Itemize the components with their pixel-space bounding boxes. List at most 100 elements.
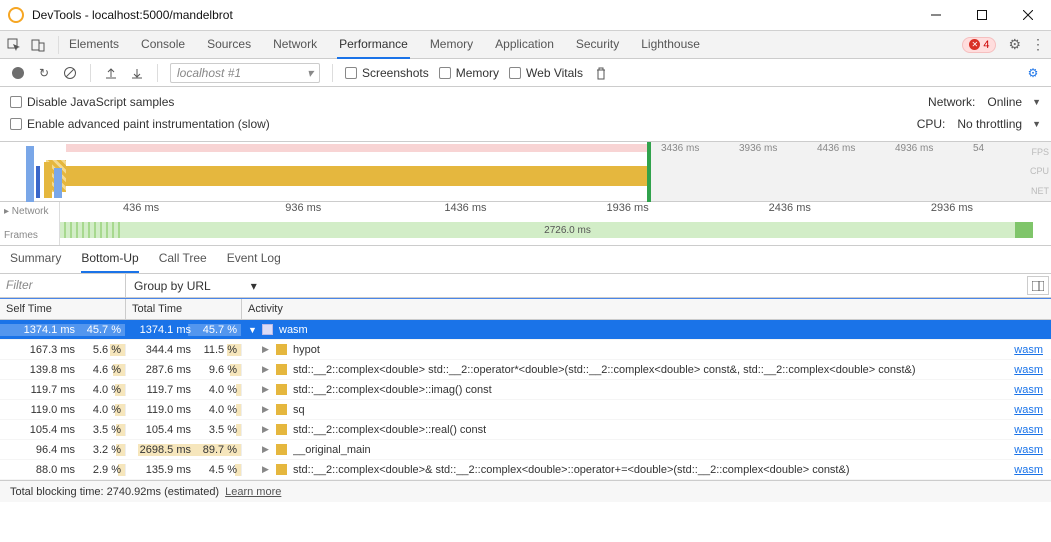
source-link[interactable]: wasm [1014,424,1043,436]
web-vitals-label: Web Vitals [526,66,583,80]
source-link[interactable]: wasm [1014,464,1043,476]
disable-js-samples-checkbox[interactable]: Disable JavaScript samples [10,95,174,109]
col-activity[interactable]: Activity [242,299,1051,319]
timeline-tick: 436 ms [60,202,222,220]
status-footer: Total blocking time: 2740.92ms (estimate… [0,480,1051,502]
tab-console[interactable]: Console [139,31,187,59]
settings-gear-icon[interactable]: ⚙ [1008,36,1021,53]
table-row[interactable]: wasm96.4 ms3.2 %2698.5 ms89.7 %▶__origin… [0,440,1051,460]
window-minimize-button[interactable] [913,0,959,31]
subtab-call-tree[interactable]: Call Tree [159,251,207,273]
network-throttling-select[interactable]: Online▼ [987,95,1041,109]
group-by-value: Group by URL [134,279,211,293]
table-row[interactable]: wasm139.8 ms4.6 %287.6 ms9.6 %▶std::__2:… [0,360,1051,380]
group-by-select[interactable]: Group by URL ▾ [126,274,1025,297]
expand-triangle-icon[interactable]: ▶ [262,424,270,435]
capture-settings-panel: Disable JavaScript samples Network: Onli… [0,87,1051,142]
error-dot-icon: ✕ [969,39,980,50]
table-row[interactable]: 1374.1 ms45.7 %1374.1 ms45.7 %▼wasm [0,320,1051,340]
source-link[interactable]: wasm [1014,344,1043,356]
inspect-element-icon[interactable] [6,37,22,53]
bottom-up-filter-bar: Filter Group by URL ▾ [0,274,1051,298]
filter-input[interactable]: Filter [0,274,126,297]
table-row[interactable]: wasm119.7 ms4.0 %119.7 ms4.0 %▶std::__2:… [0,380,1051,400]
frames-track[interactable]: 2726.0 ms [60,222,1033,238]
frame-block[interactable]: 2726.0 ms [120,222,1015,238]
window-title: DevTools - localhost:5000/mandelbrot [32,8,913,22]
expand-triangle-icon[interactable]: ▶ [262,364,270,375]
capture-settings-gear-icon[interactable]: ⚙ [1025,65,1041,81]
tab-lighthouse[interactable]: Lighthouse [639,31,702,59]
timeline-panel[interactable]: ▸ Network Frames 436 ms936 ms1436 ms1936… [0,202,1051,246]
cpu-label: CPU: [917,117,946,131]
source-link[interactable]: wasm [1014,444,1043,456]
activity-color-swatch [276,464,287,475]
activity-name: std::__2::complex<double>::imag() const [293,384,492,396]
table-row[interactable]: wasm119.0 ms4.0 %119.0 ms4.0 %▶sq [0,400,1051,420]
memory-checkbox[interactable]: Memory [439,66,499,80]
table-row[interactable]: wasm167.3 ms5.6 %344.4 ms11.5 %▶hypot [0,340,1051,360]
subtab-event-log[interactable]: Event Log [227,251,281,273]
tab-security[interactable]: Security [574,31,621,59]
col-total-time[interactable]: Total Time [126,299,242,319]
profile-selector[interactable]: localhost #1▾ [170,63,320,83]
network-label: Network: [928,95,975,109]
screenshots-label: Screenshots [362,66,429,80]
profile-selector-value: localhost #1 [177,66,241,80]
tab-performance[interactable]: Performance [337,31,410,59]
subtab-bottom-up[interactable]: Bottom-Up [81,251,138,273]
more-menu-icon[interactable]: ⋮ [1031,36,1045,53]
activity-name: std::__2::complex<double> std::__2::oper… [293,364,916,376]
expand-triangle-icon[interactable]: ▶ [262,444,270,455]
overview-tick: 3436 ms [661,143,739,155]
tab-application[interactable]: Application [493,31,556,59]
show-heaviest-stack-button[interactable] [1027,276,1049,295]
timeline-tick: 1936 ms [547,202,709,220]
expand-triangle-icon[interactable]: ▶ [262,344,270,355]
load-profile-button[interactable] [103,65,119,81]
save-profile-button[interactable] [129,65,145,81]
window-close-button[interactable] [1005,0,1051,31]
record-button[interactable] [10,65,26,81]
activity-color-swatch [262,324,273,335]
table-row[interactable]: wasm88.0 ms2.9 %135.9 ms4.5 %▶std::__2::… [0,460,1051,480]
expand-triangle-icon[interactable]: ▶ [262,384,270,395]
clear-button[interactable] [62,65,78,81]
web-vitals-checkbox[interactable]: Web Vitals [509,66,583,80]
learn-more-link[interactable]: Learn more [225,486,281,498]
table-row[interactable]: wasm105.4 ms3.5 %105.4 ms3.5 %▶std::__2:… [0,420,1051,440]
network-track-toggle[interactable]: ▸ Network [4,206,55,217]
tab-sources[interactable]: Sources [205,31,253,59]
subtab-summary[interactable]: Summary [10,251,61,273]
source-link[interactable]: wasm [1014,384,1043,396]
expand-triangle-icon[interactable]: ▶ [262,464,270,475]
activity-name: wasm [279,324,308,336]
chevron-down-icon: ▾ [251,279,257,293]
source-link[interactable]: wasm [1014,404,1043,416]
col-self-time[interactable]: Self Time [0,299,126,319]
activity-name: __original_main [293,444,371,456]
screenshots-checkbox[interactable]: Screenshots [345,66,429,80]
total-blocking-time: Total blocking time: 2740.92ms (estimate… [10,486,219,498]
bottom-up-rows[interactable]: 1374.1 ms45.7 %1374.1 ms45.7 %▼wasmwasm1… [0,320,1051,480]
activity-color-swatch [276,444,287,455]
reload-and-record-button[interactable]: ↻ [36,65,52,81]
expand-triangle-icon[interactable]: ▶ [262,404,270,415]
source-link[interactable]: wasm [1014,364,1043,376]
overview-tick: 4436 ms [817,143,895,155]
window-maximize-button[interactable] [959,0,1005,31]
error-count-badge[interactable]: ✕4 [962,37,996,53]
device-toolbar-icon[interactable] [30,37,46,53]
cpu-value: No throttling [957,117,1022,131]
tab-memory[interactable]: Memory [428,31,475,59]
timeline-tick: 2936 ms [871,202,1033,220]
performance-overview[interactable]: 436 ms936 ms1436 ms1936 ms2436 ms2936 ms… [0,142,1051,202]
cpu-throttling-select[interactable]: No throttling▼ [957,117,1041,131]
fps-label: FPS [1023,147,1049,157]
tab-network[interactable]: Network [271,31,319,59]
expand-triangle-icon[interactable]: ▼ [248,325,256,335]
activity-color-swatch [276,384,287,395]
garbage-collect-button[interactable] [593,65,609,81]
tab-elements[interactable]: Elements [67,31,121,59]
paint-instrumentation-checkbox[interactable]: Enable advanced paint instrumentation (s… [10,117,270,131]
